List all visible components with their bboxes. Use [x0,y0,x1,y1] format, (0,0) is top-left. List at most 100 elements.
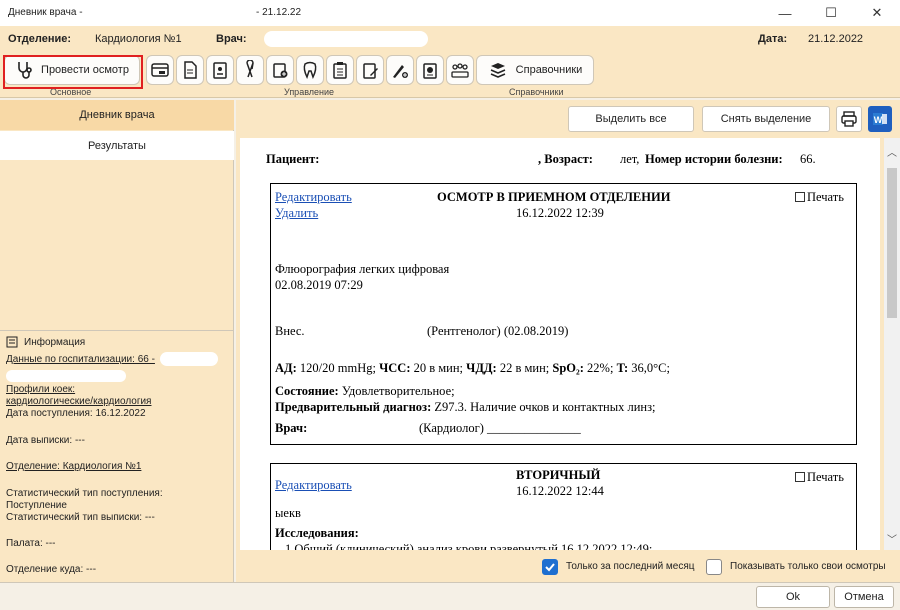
doctor-sign-value: (Кардиолог) _______________ [419,421,581,435]
toolbar-btn-11[interactable] [446,55,474,85]
ward: Палата: --- [6,538,56,549]
toolbar-btn-1[interactable] [146,55,174,85]
rr-value: 22 в мин; [499,361,550,375]
ribbon-icon [246,60,254,78]
department-link[interactable]: Отделение: Кардиология №1 [6,461,141,472]
exam-text-2: ыекв [275,506,301,520]
printer-icon [841,111,857,127]
exam-datetime-2: 16.12.2022 12:44 [516,484,604,498]
clipboard-plus-icon [423,63,437,79]
patient-label: Пациент: [266,152,320,166]
vitals-line: АД: 120/20 mmHg; ЧСС: 20 в мин; ЧДД: 22 … [275,361,670,376]
history-label: Номер истории болезни: [645,152,783,166]
study-name: Флюорография легких цифровая [275,262,450,276]
ok-button[interactable]: Ok [756,586,830,608]
toolbar-btn-8[interactable] [356,55,384,85]
document-scrollbar[interactable]: ︿ ﹀ [884,138,900,550]
doctor-label: Врач: [216,33,247,45]
cancel-button[interactable]: Отмена [834,586,894,608]
info-doc-icon [6,336,18,348]
last-month-label: Только за последний месяц [566,561,695,572]
print-checkbox-label-2: Печать [807,470,844,484]
toolbar-btn-5[interactable] [266,55,294,85]
toolbar-btn-3[interactable] [206,55,234,85]
only-mine-label: Показывать только свои осмотры [730,561,886,572]
id-badge-icon [213,62,227,79]
group-label-manage: Управление [284,87,335,97]
bed-profiles-value[interactable]: кардиологические/кардиология [6,396,151,407]
only-mine-checkbox[interactable] [706,559,722,575]
minimize-button[interactable]: — [762,0,808,26]
toolbar-btn-4[interactable] [236,55,264,85]
svg-text:W: W [874,115,883,125]
admission-date: Дата поступления: 16.12.2022 [6,408,146,419]
toolbar-btn-2[interactable] [176,55,204,85]
print-checkbox[interactable]: Печать [795,190,844,205]
print-checkbox-label: Печать [807,190,844,204]
clipboard-add-icon [273,63,288,78]
state-value: Удовлетворительное; [341,384,455,398]
redacted-hosp [160,352,218,366]
window-title-date: - 21.12.22 [256,7,302,18]
tab-doctor-diary[interactable]: Дневник врача [0,100,234,130]
print-button[interactable] [836,106,862,132]
research-item: 1.Общий (клинический) анализ крови разве… [285,542,653,550]
info-header: Информация [6,336,85,348]
checkmark-icon [545,563,555,572]
toolbar-btn-7[interactable] [326,55,354,85]
stat-admission-value: Поступление [6,500,67,511]
delete-link[interactable]: Удалить [275,206,318,221]
doctor-sign-label: Врач: [275,421,308,435]
bottom-bar: Ok Отмена [0,582,900,610]
left-panel: Дневник врача Результаты Информация Данн… [0,100,234,582]
close-button[interactable]: ✕ [854,0,900,26]
card-list-icon [151,63,169,77]
clipboard-list-icon [333,62,347,79]
temp-value: 36,0°C; [631,361,670,375]
diagnosis-label: Предварительный диагноз: [275,400,432,414]
document-person-icon [184,61,197,79]
exam-card-admission: Редактировать Удалить ОСМОТР В ПРИЕМНОМ … [270,183,857,445]
tab-results[interactable]: Результаты [0,131,234,160]
select-all-button[interactable]: Выделить все [568,106,694,132]
age-label: , Возраст: [538,152,593,166]
hospitalization-data-link[interactable]: Данные по госпитализации: 66 - [6,354,155,365]
export-word-button[interactable]: W [868,106,892,132]
diagnosis-line: Предварительный диагноз: Z97.3. Наличие … [275,400,656,415]
history-value: 66. [800,152,816,166]
right-panel: Выделить все Снять выделение W Пациент: … [236,100,900,582]
research-label: Исследования: [275,526,359,540]
bp-label: АД: [275,361,297,375]
scrollbar-thumb[interactable] [887,168,897,318]
info-section: Информация Данные по госпитализации: 66 … [0,330,234,582]
print-checkbox-box[interactable] [795,192,805,202]
info-title: Информация [24,336,86,348]
toolbar-btn-6[interactable] [296,55,324,85]
group-label-references: Справочники [509,87,564,97]
toolbar-btn-10[interactable] [416,55,444,85]
exam-button-highlight [3,55,143,89]
spo2-value: 22%; [587,361,614,375]
scroll-up-icon[interactable]: ︿ [887,144,897,159]
department-value: Кардиология №1 [95,33,182,45]
edit-link[interactable]: Редактировать [275,190,352,205]
bed-profiles-label[interactable]: Профили коек: [6,384,75,395]
state-label: Состояние: [275,384,339,398]
tooth-icon [303,61,317,79]
hr-label: ЧСС: [379,361,411,375]
print-checkbox-2[interactable]: Печать [795,470,844,485]
scroll-down-icon[interactable]: ﹀ [887,531,897,546]
deselect-button[interactable]: Снять выделение [702,106,830,132]
date-value: 21.12.2022 [808,33,864,45]
edit-link-2[interactable]: Редактировать [275,478,352,493]
diagnosis-value: Z97.3. Наличие очков и контактных линз; [434,400,656,414]
pen-add-icon [393,65,408,78]
stat-discharge: Статистический тип выписки: --- [6,512,155,523]
print-checkbox-box-2[interactable] [795,472,805,482]
last-month-checkbox[interactable] [542,559,558,575]
state-line: Состояние: Удовлетворительное; [275,384,455,399]
toolbar-btn-9[interactable] [386,55,414,85]
maximize-button[interactable]: ☐ [808,0,854,26]
references-button[interactable]: Справочники [476,55,594,85]
references-label: Справочники [515,64,583,76]
